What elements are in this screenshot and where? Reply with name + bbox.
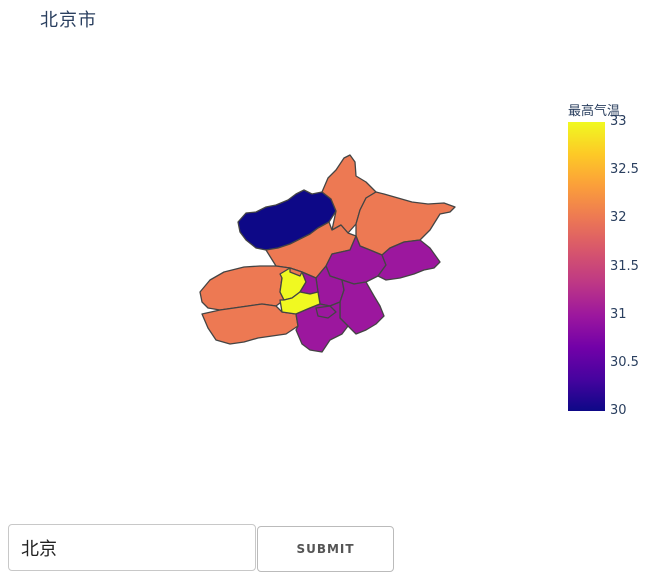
colorbar-tick-label: 32 [610,210,627,226]
colorbar-tick-label: 33 [610,114,627,129]
city-input[interactable] [8,524,256,571]
colorbar-tick-label: 30 [610,403,627,418]
colorbar-tick-label: 30.5 [610,354,639,370]
colorbar-tick-label: 31 [610,306,627,322]
colorbar-tick-label: 32.5 [610,162,639,178]
colorbar [568,122,605,411]
district-region[interactable] [199,265,291,311]
colorbar-tick-label: 31.5 [610,258,639,274]
beijing-choropleth-map[interactable] [0,0,560,500]
submit-button[interactable]: SUBMIT [257,526,394,572]
